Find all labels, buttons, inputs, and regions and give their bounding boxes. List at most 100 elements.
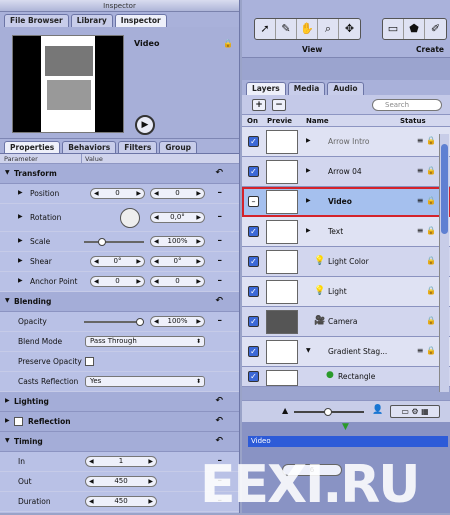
section-transform[interactable]: ▼ Transform ↶	[0, 164, 239, 184]
lock-icon[interactable]: 🔒	[426, 316, 436, 325]
tab-file-browser[interactable]: File Browser	[4, 14, 69, 27]
tab-behaviors[interactable]: Behaviors	[62, 141, 117, 153]
rotation-dial[interactable]	[120, 208, 140, 228]
view-options-buttons[interactable]: ▭ ⚙ ▦	[390, 405, 440, 418]
lock-icon[interactable]: ≡ 🔒	[417, 196, 436, 205]
disclosure-down-icon[interactable]: ▼	[5, 437, 10, 444]
playhead-icon[interactable]: ▼	[342, 422, 349, 432]
layer-row[interactable]: ✓ 🎥 Camera 🔒	[242, 307, 450, 337]
shear-y-field[interactable]: ◀ 0° ▶	[150, 256, 205, 267]
section-reflection[interactable]: ▶ Reflection ↶	[0, 412, 239, 432]
in-field[interactable]: ◀ 1 ▶	[85, 456, 157, 467]
preserve-opacity-checkbox[interactable]	[85, 357, 94, 366]
add-layer-button[interactable]: +	[252, 99, 266, 111]
param-menu-icon[interactable]: –	[218, 276, 223, 286]
reset-icon[interactable]: ↶	[215, 168, 223, 178]
layer-row[interactable]: ✓ ▶ Arrow 04 ≡ 🔒	[242, 157, 450, 187]
layer-enable-checkbox[interactable]: ✓	[248, 226, 259, 237]
param-menu-icon[interactable]: –	[218, 256, 223, 266]
pen-icon[interactable]: ✎	[276, 19, 297, 39]
disclosure-right-icon[interactable]: ▶	[5, 417, 10, 424]
layer-enable-checkbox[interactable]: ✓	[248, 256, 259, 267]
timeline-video-track[interactable]: Video	[248, 436, 448, 447]
section-blending[interactable]: ▼ Blending ↶	[0, 292, 239, 312]
disclosure-right-icon[interactable]: ▶	[306, 167, 311, 174]
disclosure-right-icon[interactable]: ▶	[18, 257, 23, 264]
layer-row[interactable]: ✓ ▼ Gradient Stag... ≡ 🔒	[242, 337, 450, 367]
tab-media[interactable]: Media	[287, 82, 326, 95]
rotation-field[interactable]: ◀ 0,0° ▶	[150, 212, 205, 223]
param-menu-icon[interactable]: –	[218, 316, 223, 326]
param-menu-icon[interactable]: –	[218, 236, 223, 246]
lock-icon[interactable]: 🔒	[223, 39, 233, 48]
layer-enable-checkbox[interactable]: ✓	[248, 316, 259, 327]
tab-filters[interactable]: Filters	[118, 141, 158, 153]
anchor-y-field[interactable]: ◀ 0 ▶	[150, 276, 205, 287]
rectangle-icon[interactable]: ▭	[383, 19, 404, 39]
reset-icon[interactable]: ↶	[215, 296, 223, 306]
disclosure-down-icon[interactable]: ▼	[306, 347, 311, 354]
disclosure-right-icon[interactable]: ▶	[5, 397, 10, 404]
position-y-field[interactable]: ◀ 0 ▶	[150, 188, 205, 199]
tab-layers[interactable]: Layers	[246, 82, 286, 95]
disclosure-right-icon[interactable]: ▶	[18, 237, 23, 244]
param-menu-icon[interactable]: –	[218, 188, 223, 198]
duration-field[interactable]: ◀ 450 ▶	[85, 496, 157, 507]
scale-field[interactable]: ◀ 100% ▶	[150, 236, 205, 247]
section-timing[interactable]: ▼ Timing ↶	[0, 432, 239, 452]
layer-enable-checkbox[interactable]: –	[248, 196, 259, 207]
layer-enable-checkbox[interactable]: ✓	[248, 136, 259, 147]
casts-reflection-select[interactable]: Yes ⬍	[85, 376, 205, 387]
tab-audio[interactable]: Audio	[327, 82, 364, 95]
position-x-field[interactable]: ◀ 0 ▶	[90, 188, 145, 199]
remove-layer-button[interactable]: −	[272, 99, 286, 111]
layer-row[interactable]: ✓ ● Rectangle	[242, 367, 450, 387]
select-arrow-icon[interactable]: ➚	[255, 19, 276, 39]
play-button[interactable]: ▶	[135, 115, 155, 135]
layer-row-selected[interactable]: – ▶ Video ≡ 🔒	[242, 187, 450, 217]
disclosure-right-icon[interactable]: ▶	[306, 197, 311, 204]
disclosure-down-icon[interactable]: ▼	[5, 297, 10, 304]
shape-icon[interactable]: ⬟	[404, 19, 425, 39]
tab-properties[interactable]: Properties	[4, 141, 61, 153]
zoom-icon[interactable]: ⌕	[318, 19, 339, 39]
lock-icon[interactable]: ≡ 🔒	[417, 136, 436, 145]
layer-row[interactable]: ✓ 💡 Light 🔒	[242, 277, 450, 307]
hand-icon[interactable]: ✋	[297, 19, 318, 39]
out-field[interactable]: ◀ 450 ▶	[85, 476, 157, 487]
reset-icon[interactable]: ↶	[215, 396, 223, 406]
layer-enable-checkbox[interactable]: ✓	[248, 346, 259, 357]
disclosure-right-icon[interactable]: ▶	[306, 137, 311, 144]
search-input[interactable]: Search	[372, 99, 442, 111]
camera-pan-icon[interactable]: ✥	[339, 19, 360, 39]
blend-mode-select[interactable]: Pass Through ⬍	[85, 336, 205, 347]
reflection-checkbox[interactable]	[14, 417, 23, 426]
scroll-thumb[interactable]	[441, 144, 448, 234]
tab-library[interactable]: Library	[70, 14, 113, 27]
layer-enable-checkbox[interactable]: ✓	[248, 286, 259, 297]
layers-scrollbar[interactable]	[439, 134, 449, 392]
reset-icon[interactable]: ↶	[215, 436, 223, 446]
layer-row[interactable]: ✓ 💡 Light Color 🔒	[242, 247, 450, 277]
layer-row[interactable]: ✓ ▶ Arrow Intro ≡ 🔒	[242, 127, 450, 157]
opacity-slider[interactable]	[84, 318, 144, 326]
reset-icon[interactable]: ↶	[215, 416, 223, 426]
lock-icon[interactable]: ≡ 🔒	[417, 166, 436, 175]
tab-group[interactable]: Group	[159, 141, 198, 153]
tab-inspector[interactable]: Inspector	[114, 14, 167, 27]
section-lighting[interactable]: ▶ Lighting ↶	[0, 392, 239, 412]
layer-enable-checkbox[interactable]: ✓	[248, 166, 259, 177]
param-menu-icon[interactable]: –	[218, 212, 223, 222]
anchor-x-field[interactable]: ◀ 0 ▶	[90, 276, 145, 287]
brush-icon[interactable]: ✐	[425, 19, 446, 39]
opacity-field[interactable]: ◀ 100% ▶	[150, 316, 205, 327]
layer-row[interactable]: ✓ ▶ Text ≡ 🔒	[242, 217, 450, 247]
thumbnail-size-slider[interactable]	[294, 408, 364, 416]
lock-icon[interactable]: ≡ 🔒	[417, 346, 436, 355]
lock-icon[interactable]: 🔒	[426, 256, 436, 265]
lock-icon[interactable]: 🔒	[426, 286, 436, 295]
disclosure-right-icon[interactable]: ▶	[306, 227, 311, 234]
disclosure-right-icon[interactable]: ▶	[18, 189, 23, 196]
disclosure-right-icon[interactable]: ▶	[18, 213, 23, 220]
layer-enable-checkbox[interactable]: ✓	[248, 371, 259, 382]
